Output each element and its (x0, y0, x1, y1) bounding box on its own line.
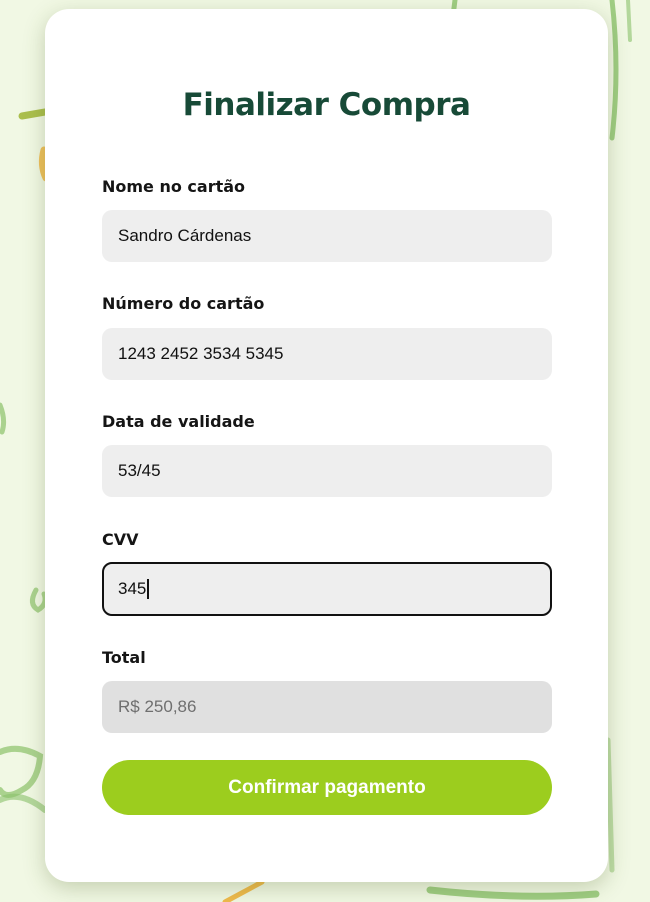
cvv-label: CVV (102, 530, 139, 549)
expiry-date-label: Data de validade (102, 412, 255, 431)
card-number-label: Número do cartão (102, 294, 265, 313)
total-value: R$ 250,86 (118, 697, 197, 716)
decor-stroke (426, 886, 600, 900)
decor-stroke (0, 402, 7, 435)
text-cursor (147, 579, 149, 599)
decor-stroke (609, 0, 619, 141)
card-name-label: Nome no cartão (102, 177, 246, 196)
card-number-value: 1243 2452 3534 5345 (118, 344, 284, 363)
decor-stroke (626, 0, 632, 42)
page-title: Finalizar Compra (182, 87, 471, 123)
decor-stroke (0, 745, 44, 798)
card-name-input[interactable]: Sandro Cárdenas (102, 210, 552, 262)
expiry-date-input[interactable]: 53/45 (102, 445, 552, 497)
card-name-value: Sandro Cárdenas (118, 226, 252, 245)
checkout-card: Finalizar Compra Nome no cartão Sandro C… (45, 9, 608, 882)
confirm-payment-button[interactable]: Confirmar pagamento (102, 760, 552, 815)
decor-stroke (0, 793, 48, 813)
decor-stroke (222, 879, 265, 902)
card-number-input[interactable]: 1243 2452 3534 5345 (102, 328, 552, 380)
expiry-date-value: 53/45 (118, 461, 161, 480)
decor-stroke (605, 737, 615, 873)
decor-stroke (18, 108, 49, 120)
decor-stroke (30, 587, 48, 613)
total-input: R$ 250,86 (102, 681, 552, 733)
cvv-input[interactable]: 345 (102, 562, 552, 616)
total-label: Total (102, 648, 146, 667)
cvv-value: 345 (118, 579, 147, 598)
